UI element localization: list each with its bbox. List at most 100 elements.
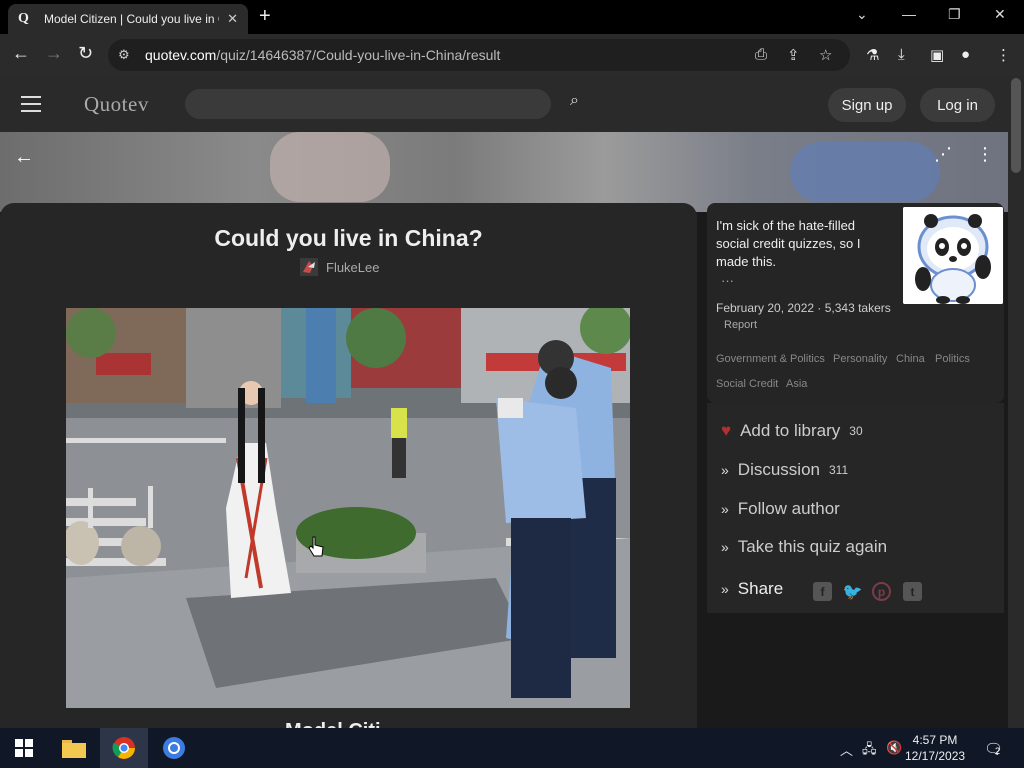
forward-button[interactable]: →	[45, 43, 63, 64]
hand-cursor-icon	[308, 536, 324, 557]
share-label-row: » Share	[721, 579, 783, 599]
side-panel-icon[interactable]: ▣	[930, 46, 944, 64]
follow-author-label: Follow author	[737, 499, 840, 518]
quiz-title: Could you live in China?	[214, 225, 483, 251]
blue-browser-icon	[163, 737, 185, 759]
discussion-button[interactable]: » Discussion 311	[721, 460, 848, 480]
new-tab-button[interactable]: +	[259, 5, 271, 28]
search-icon[interactable]: ⌕	[570, 92, 579, 110]
url-domain: quotev.com	[145, 47, 217, 63]
street-scene-image	[66, 308, 630, 708]
quiz-meta: February 20, 2022 · 5,343 takers	[716, 301, 891, 315]
quiz-cover-image	[903, 207, 1003, 304]
panda-mascot-image	[903, 207, 1003, 304]
discussion-count: 311	[829, 463, 849, 477]
close-tab-icon[interactable]: ✕	[227, 11, 238, 27]
expand-description[interactable]: ···	[721, 273, 734, 288]
tag-link[interactable]: Personality	[833, 353, 887, 365]
windows-taskbar: ︿ 🖧 🔇 4:57 PM 12/17/2023 🗨 2	[0, 728, 1024, 768]
quiz-result-card: Could you live in China? FlukeLee	[0, 203, 697, 742]
notifications-icon[interactable]: 🗨	[984, 740, 1003, 758]
site-info-icon[interactable]: ⚙	[118, 47, 130, 63]
sign-up-button[interactable]: Sign up	[828, 88, 906, 122]
minimize-button[interactable]: —	[902, 6, 916, 22]
url-path: /quiz/14646387/Could-you-live-in-China/r…	[216, 47, 501, 63]
tag-link[interactable]: Asia	[786, 378, 807, 390]
hero-blur-shape	[270, 132, 390, 202]
twitter-icon[interactable]: 🐦	[843, 582, 863, 601]
chrome-taskbar-button[interactable]	[100, 728, 148, 768]
follow-author-button[interactable]: » Follow author	[721, 499, 840, 519]
labs-flask-icon[interactable]: ⚗	[866, 46, 879, 64]
network-icon[interactable]: 🖧	[862, 740, 877, 762]
library-count: 30	[849, 424, 863, 438]
show-hidden-icons-icon[interactable]: ︿	[840, 740, 853, 759]
more-options-icon[interactable]: ⋮	[976, 144, 994, 165]
windows-logo-icon	[15, 739, 33, 757]
quiz-info-card: I'm sick of the hate-filled social credi…	[707, 203, 1004, 403]
browser-menu-icon[interactable]: ⋮	[996, 46, 1011, 64]
report-link[interactable]: Report	[724, 319, 757, 331]
browser-taskbar-button[interactable]	[150, 728, 198, 768]
share-label: Share	[737, 579, 784, 598]
add-to-library-button[interactable]: ♥ Add to library 30	[721, 421, 863, 441]
tumblr-icon[interactable]: t	[903, 582, 922, 601]
tab-search-icon[interactable]: ⌄	[856, 6, 868, 23]
retake-quiz-button[interactable]: » Take this quiz again	[721, 537, 887, 557]
bookmark-star-icon[interactable]: ☆	[819, 46, 832, 64]
back-arrow-icon[interactable]: ←	[14, 146, 34, 169]
tag-link[interactable]: Social Credit	[716, 378, 778, 390]
quiz-description: I'm sick of the hate-filled social credi…	[716, 218, 861, 269]
profile-avatar-icon[interactable]: ●	[961, 46, 970, 63]
address-bar[interactable]: ⚙ quotev.com/quiz/14646387/Could-you-liv…	[108, 39, 850, 71]
hero-blur-shape	[790, 142, 940, 202]
browser-tab[interactable]: Q Model Citizen | Could you live in Chin…	[8, 4, 248, 34]
tag-link[interactable]: Politics	[935, 353, 970, 365]
back-button[interactable]: ←	[12, 43, 30, 64]
heart-icon: ♥	[721, 421, 732, 440]
chevron-right-icon: »	[721, 462, 729, 478]
share-icon[interactable]: ⋰	[934, 144, 952, 165]
chevron-right-icon: »	[721, 501, 729, 517]
quiz-hero-banner: ← ⋰ ⋮	[0, 132, 1008, 212]
tab-title: Model Citizen | Could you live in China?	[44, 12, 219, 26]
close-window-button[interactable]: ✕	[994, 6, 1006, 23]
chrome-icon	[112, 737, 135, 759]
url-text[interactable]: quotev.com/quiz/14646387/Could-you-live-…	[145, 47, 500, 63]
result-photo	[66, 308, 630, 708]
add-to-library-label: Add to library	[740, 421, 841, 440]
facebook-icon[interactable]: f	[813, 582, 832, 601]
tag-link[interactable]: China	[896, 353, 925, 365]
download-icon[interactable]: ⤓	[898, 46, 905, 63]
retake-quiz-label: Take this quiz again	[737, 537, 888, 556]
log-in-button[interactable]: Log in	[920, 88, 995, 122]
scrollbar-thumb[interactable]	[1011, 78, 1021, 173]
browser-tab-bar: Q Model Citizen | Could you live in Chin…	[0, 0, 1024, 34]
menu-hamburger-icon[interactable]	[21, 96, 41, 112]
page-scrollbar[interactable]	[1008, 76, 1024, 728]
taskbar-clock[interactable]: 4:57 PM 12/17/2023	[905, 732, 965, 764]
restore-button[interactable]: ❐	[948, 6, 961, 23]
tag-link[interactable]: Government & Politics	[716, 353, 825, 365]
reload-button[interactable]: ↻	[78, 43, 93, 64]
clock-time: 4:57 PM	[912, 733, 958, 747]
file-explorer-button[interactable]	[50, 728, 98, 768]
quiz-author[interactable]: FlukeLee	[300, 258, 379, 276]
volume-muted-icon[interactable]: 🔇	[886, 740, 902, 756]
site-logo[interactable]: Quotev	[84, 92, 149, 117]
author-name[interactable]: FlukeLee	[326, 260, 379, 275]
quiz-actions-panel: ♥ Add to library 30 » Discussion 311 » F…	[707, 403, 1004, 613]
folder-icon	[62, 740, 86, 758]
quotev-favicon-icon: Q	[18, 11, 29, 26]
browser-toolbar: ← → ↻ ⚙ quotev.com/quiz/14646387/Could-y…	[0, 34, 1024, 76]
search-input[interactable]	[185, 89, 551, 119]
chevron-right-icon: »	[721, 581, 729, 597]
chevron-right-icon: »	[721, 539, 729, 555]
pinterest-icon[interactable]: p	[872, 582, 891, 601]
install-app-icon[interactable]: ⎙	[755, 46, 767, 63]
start-button[interactable]	[0, 728, 48, 768]
discussion-label: Discussion	[737, 460, 820, 479]
clock-date: 12/17/2023	[905, 749, 966, 763]
share-page-icon[interactable]: ⇪	[787, 46, 800, 64]
notification-count: 2	[995, 746, 1001, 756]
